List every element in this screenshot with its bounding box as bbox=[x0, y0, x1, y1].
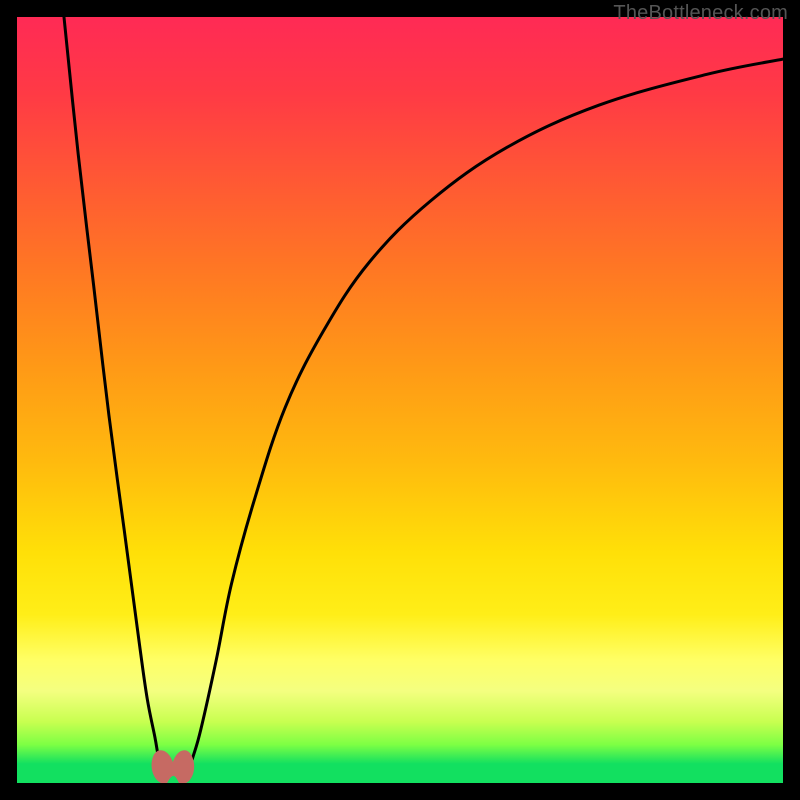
curve-left-branch bbox=[63, 17, 165, 776]
watermark-text: TheBottleneck.com bbox=[613, 2, 788, 25]
plot-area bbox=[17, 17, 783, 783]
curve-right-branch bbox=[186, 59, 783, 775]
chart-frame: TheBottleneck.com bbox=[0, 0, 800, 800]
cusp-blob bbox=[152, 750, 195, 783]
chart-svg bbox=[17, 17, 783, 783]
